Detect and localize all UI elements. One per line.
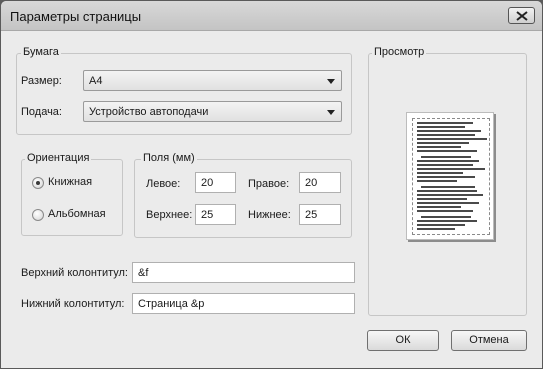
close-icon	[516, 11, 528, 21]
margin-top-value: 25	[201, 209, 214, 221]
orientation-group	[21, 159, 123, 236]
footer-input[interactable]: Страница &p	[132, 293, 355, 314]
margin-right-input[interactable]: 20	[299, 172, 341, 193]
paper-source-value: Устройство автоподачи	[89, 106, 209, 118]
chevron-down-icon	[327, 79, 335, 84]
portrait-radio[interactable]	[32, 177, 44, 189]
paper-source-label: Подача:	[21, 106, 62, 118]
portrait-label[interactable]: Книжная	[48, 176, 92, 188]
cancel-button[interactable]: Отмена	[451, 330, 527, 351]
ok-button[interactable]: ОК	[367, 330, 439, 351]
margin-top-input[interactable]: 25	[195, 204, 236, 225]
margin-bottom-input[interactable]: 25	[299, 204, 341, 225]
margins-legend: Поля (мм)	[141, 152, 197, 164]
preview-margin-box	[412, 118, 490, 235]
window-title: Параметры страницы	[10, 9, 142, 24]
margin-bottom-value: 25	[305, 209, 318, 221]
margin-bottom-label: Нижнее:	[248, 209, 291, 221]
margin-left-value: 20	[201, 177, 214, 189]
footer-label: Нижний колонтитул:	[21, 298, 125, 310]
margin-right-label: Правое:	[248, 178, 290, 190]
title-bar: Параметры страницы	[1, 1, 542, 31]
paper-group	[16, 53, 352, 135]
margin-left-label: Левое:	[146, 178, 181, 190]
landscape-radio[interactable]	[32, 209, 44, 221]
paper-source-select[interactable]: Устройство автоподачи	[83, 101, 342, 122]
paper-legend: Бумага	[21, 46, 61, 58]
header-input[interactable]: &f	[132, 262, 355, 283]
paper-size-select[interactable]: A4	[83, 70, 342, 91]
chevron-down-icon	[327, 110, 335, 115]
paper-size-label: Размер:	[21, 75, 62, 87]
preview-legend: Просмотр	[372, 46, 427, 58]
margins-group	[134, 159, 352, 238]
paper-size-value: A4	[89, 75, 103, 87]
page-setup-dialog: Параметры страницы Бумага Размер: A4 Под…	[0, 0, 543, 369]
margin-right-value: 20	[305, 177, 318, 189]
header-label: Верхний колонтитул:	[21, 267, 128, 279]
page-preview	[406, 112, 494, 240]
landscape-label[interactable]: Альбомная	[48, 208, 106, 220]
orientation-legend: Ориентация	[25, 152, 92, 164]
close-button[interactable]	[508, 7, 535, 24]
margin-top-label: Верхнее:	[146, 209, 193, 221]
footer-value: Страница &p	[138, 298, 205, 310]
margin-left-input[interactable]: 20	[195, 172, 236, 193]
header-value: &f	[138, 267, 149, 279]
